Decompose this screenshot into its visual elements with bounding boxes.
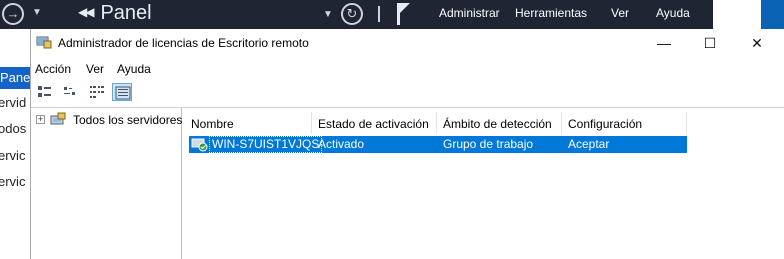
column-header-ambito[interactable]: Ámbito de detección [437,112,562,134]
sidebar-item-servicios-1[interactable]: ervic [0,148,25,163]
server-manager-header: → ▼ ◀◀ Panel ▼ ↻ Administrar Herramientas… [0,0,713,29]
server-manager-sidebar: Panel ervid odos ervic ervic [0,29,33,259]
server-tree: + Todos los servidores [31,108,182,259]
menu-ayuda[interactable]: Ayuda [656,6,690,20]
minimize-button[interactable]: — [641,29,687,57]
servers-icon [50,112,66,125]
column-header-estado[interactable]: Estado de activación [312,112,437,134]
view-large-icons-button[interactable] [35,83,55,101]
menu-bar: Acción Ver Ayuda [31,57,784,79]
sidebar-item-servidor-local[interactable]: ervid [0,95,26,110]
details-view-icon [115,86,131,100]
window-title: Administrador de licencias de Escritorio… [58,36,309,50]
tree-item-label: Todos los servidores [73,113,183,127]
column-header-configuracion[interactable]: Configuración [562,112,687,134]
rd-licensing-manager-window: Administrador de licencias de Escritorio… [30,29,784,259]
cell-configuracion: Aceptar [568,137,610,151]
refresh-icon[interactable]: ↻ [341,3,363,25]
maximize-button[interactable]: ☐ [687,29,733,57]
view-list-button[interactable] [87,83,107,101]
menu-ver[interactable]: Ver [86,62,104,76]
activated-server-icon [191,138,208,152]
expand-toggle[interactable]: + [36,115,45,124]
separator [378,6,380,22]
sidebar-item-panel[interactable]: Panel [0,67,33,89]
table-row[interactable]: WIN-S7UIST1VJQS Activado Grupo de trabaj… [189,136,687,153]
sidebar-item-todos-servidores[interactable]: odos [0,121,26,136]
toolbar [31,79,784,108]
small-icons-icon [64,87,75,95]
refresh-dropdown-icon[interactable]: ▼ [323,9,333,20]
cell-nombre: WIN-S7UIST1VJQS [209,136,323,153]
view-small-icons-button[interactable] [61,83,81,101]
menu-ver[interactable]: Ver [611,6,629,20]
server-list: Nombre Estado de activación Ámbito de de… [185,108,784,259]
menu-herramientas[interactable]: Herramientas [515,6,587,20]
menu-ayuda[interactable]: Ayuda [117,62,151,76]
cell-ambito: Grupo de trabajo [443,137,534,151]
view-details-button[interactable] [112,83,132,101]
large-icons-icon [38,86,51,97]
title-bar[interactable]: Administrador de licencias de Escritorio… [31,29,784,57]
breadcrumb-arrows-icon: ◀◀ [78,5,95,19]
menu-accion[interactable]: Acción [35,62,71,76]
close-button[interactable]: ✕ [734,29,780,57]
column-header-nombre[interactable]: Nombre [185,112,312,134]
sidebar-item-servicios-2[interactable]: ervic [0,174,25,189]
page-title: ◀◀ Panel [78,2,152,24]
cell-estado: Activado [318,137,365,151]
back-arrow-icon[interactable]: → [2,3,24,25]
chevron-down-icon[interactable]: ▼ [32,7,42,18]
list-view-icon [90,86,104,98]
notifications-flag-icon[interactable] [397,3,410,25]
menu-administrar[interactable]: Administrar [439,6,500,20]
licensing-app-icon [36,36,52,49]
